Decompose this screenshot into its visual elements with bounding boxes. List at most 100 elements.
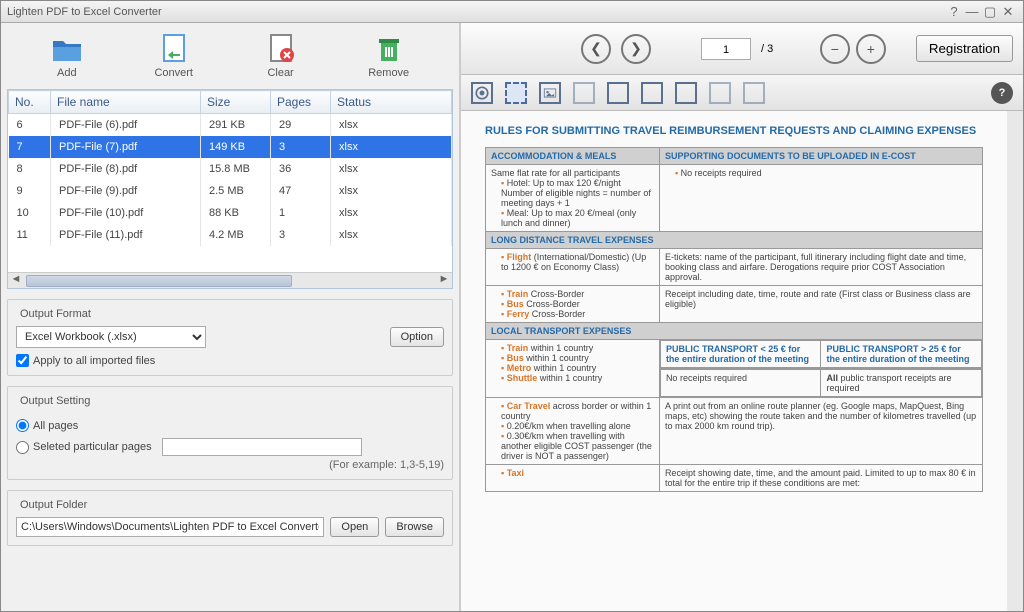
zoom-out-button[interactable]: −	[820, 34, 850, 64]
output-folder-legend: Output Folder	[16, 499, 91, 511]
remove-button[interactable]: Remove	[368, 33, 409, 79]
tool-9-icon[interactable]	[743, 82, 765, 104]
scrollbar-thumb[interactable]	[26, 275, 292, 287]
cell-status: xlsx	[331, 114, 452, 137]
maximize-button[interactable]: ▢	[981, 4, 999, 20]
image-tool-icon[interactable]	[539, 82, 561, 104]
page-total: / 3	[761, 43, 773, 55]
selected-pages-radio[interactable]	[16, 441, 29, 454]
cell-size: 4.2 MB	[201, 224, 271, 246]
tool-4-icon[interactable]	[573, 82, 595, 104]
cell-no: 9	[9, 180, 51, 202]
preview-toolbar: ❮ ❯ 1 / 3 − + Registration	[461, 23, 1023, 75]
open-button[interactable]: Open	[330, 517, 379, 537]
minimize-button[interactable]: —	[963, 4, 981, 19]
table-row[interactable]: 8PDF-File (8).pdf15.8 MB36xlsx	[9, 158, 452, 180]
cell-pages: 47	[271, 180, 331, 202]
cell-pages: 3	[271, 136, 331, 158]
doc-table: ACCOMMODATION & MEALSSUPPORTING DOCUMENT…	[485, 147, 983, 492]
cell-no: 6	[9, 114, 51, 137]
trash-icon	[373, 33, 405, 65]
apply-all-checkbox[interactable]	[16, 354, 29, 367]
help-button[interactable]: ?	[945, 4, 963, 19]
output-setting-group: Output Setting All pages Seleted particu…	[7, 386, 453, 480]
add-button[interactable]: Add	[51, 33, 83, 79]
clear-icon	[265, 33, 297, 65]
output-folder-group: Output Folder Open Browse	[7, 490, 453, 546]
col-status[interactable]: Status	[331, 91, 452, 114]
tool-5-icon[interactable]	[607, 82, 629, 104]
cell-status: xlsx	[331, 224, 452, 246]
marquee-tool-icon[interactable]	[505, 82, 527, 104]
col-size[interactable]: Size	[201, 91, 271, 114]
convert-label: Convert	[154, 67, 193, 79]
selection-toolbar: ?	[461, 75, 1023, 111]
cell-status: xlsx	[331, 202, 452, 224]
page-range-input[interactable]	[162, 438, 362, 456]
output-format-group: Output Format Excel Workbook (.xlsx) Opt…	[7, 299, 453, 376]
next-page-button[interactable]: ❯	[621, 34, 651, 64]
scroll-left-arrow[interactable]: ◄	[8, 273, 24, 289]
cell-size: 2.5 MB	[201, 180, 271, 202]
horizontal-scrollbar[interactable]: ◄ ►	[8, 272, 452, 288]
table-row[interactable]: 10PDF-File (10).pdf88 KB1xlsx	[9, 202, 452, 224]
cell-file: PDF-File (7).pdf	[51, 136, 201, 158]
table-row[interactable]: 6PDF-File (6).pdf291 KB29xlsx	[9, 114, 452, 137]
tool-7-icon[interactable]	[675, 82, 697, 104]
clear-label: Clear	[265, 67, 297, 79]
tool-6-icon[interactable]	[641, 82, 663, 104]
cell-no: 8	[9, 158, 51, 180]
cell-file: PDF-File (10).pdf	[51, 202, 201, 224]
browse-button[interactable]: Browse	[385, 517, 444, 537]
cell-file: PDF-File (9).pdf	[51, 180, 201, 202]
help-icon[interactable]: ?	[991, 82, 1013, 104]
cell-status: xlsx	[331, 158, 452, 180]
tool-8-icon[interactable]	[709, 82, 731, 104]
output-format-legend: Output Format	[16, 308, 95, 320]
option-button[interactable]: Option	[390, 327, 444, 347]
remove-label: Remove	[368, 67, 409, 79]
cell-pages: 3	[271, 224, 331, 246]
col-no[interactable]: No.	[9, 91, 51, 114]
col-pages[interactable]: Pages	[271, 91, 331, 114]
cell-file: PDF-File (8).pdf	[51, 158, 201, 180]
clear-button[interactable]: Clear	[265, 33, 297, 79]
window-title: Lighten PDF to Excel Converter	[7, 6, 162, 18]
select-tool-icon[interactable]	[471, 82, 493, 104]
titlebar: Lighten PDF to Excel Converter ? — ▢ ✕	[1, 1, 1023, 23]
file-table: No. File name Size Pages Status 6PDF-Fil…	[7, 89, 453, 289]
cell-file: PDF-File (6).pdf	[51, 114, 201, 137]
cell-status: xlsx	[331, 180, 452, 202]
cell-pages: 29	[271, 114, 331, 137]
cell-pages: 1	[271, 202, 331, 224]
document-convert-icon	[158, 33, 190, 65]
main-toolbar: Add Convert Clear Remove	[7, 29, 453, 89]
cell-size: 88 KB	[201, 202, 271, 224]
cell-size: 15.8 MB	[201, 158, 271, 180]
all-pages-radio[interactable]	[16, 419, 29, 432]
col-file[interactable]: File name	[51, 91, 201, 114]
table-row[interactable]: 11PDF-File (11).pdf4.2 MB3xlsx	[9, 224, 452, 246]
cell-file: PDF-File (11).pdf	[51, 224, 201, 246]
format-select[interactable]: Excel Workbook (.xlsx)	[16, 326, 206, 348]
page-number-input[interactable]: 1	[701, 38, 751, 60]
output-path-input[interactable]	[16, 517, 324, 537]
table-row[interactable]: 9PDF-File (9).pdf2.5 MB47xlsx	[9, 180, 452, 202]
convert-button[interactable]: Convert	[154, 33, 193, 79]
cell-size: 291 KB	[201, 114, 271, 137]
close-button[interactable]: ✕	[999, 4, 1017, 20]
cell-no: 7	[9, 136, 51, 158]
page-range-example: (For example: 1,3-5,19)	[16, 459, 444, 471]
registration-button[interactable]: Registration	[916, 35, 1013, 62]
apply-all-label: Apply to all imported files	[33, 355, 155, 367]
cell-no: 11	[9, 224, 51, 246]
cell-size: 149 KB	[201, 136, 271, 158]
zoom-in-button[interactable]: +	[856, 34, 886, 64]
add-label: Add	[51, 67, 83, 79]
cell-status: xlsx	[331, 136, 452, 158]
prev-page-button[interactable]: ❮	[581, 34, 611, 64]
table-row[interactable]: 7PDF-File (7).pdf149 KB3xlsx	[9, 136, 452, 158]
selected-pages-label: Seleted particular pages	[33, 441, 152, 453]
document-preview[interactable]: RULES FOR SUBMITTING TRAVEL REIMBURSEMEN…	[461, 111, 1023, 611]
scroll-right-arrow[interactable]: ►	[436, 273, 452, 289]
